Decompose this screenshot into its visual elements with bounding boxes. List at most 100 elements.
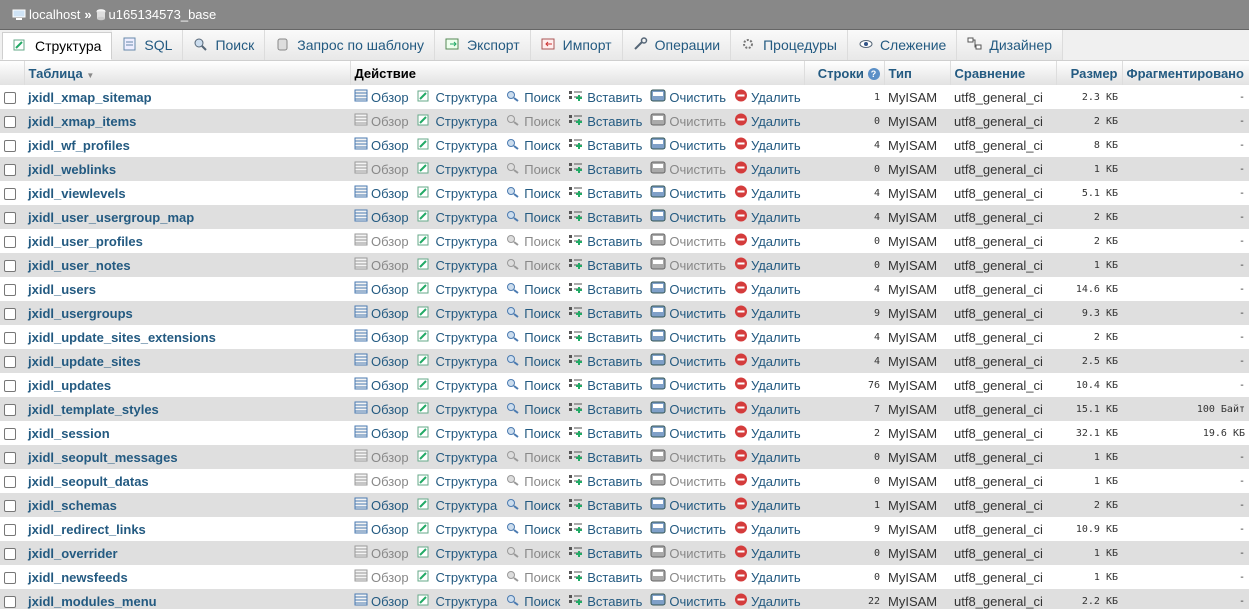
row-checkbox[interactable] — [4, 260, 16, 273]
empty-action[interactable]: Очистить — [650, 209, 726, 225]
empty-action[interactable]: Очистить — [650, 161, 726, 177]
empty-action[interactable]: Очистить — [650, 353, 726, 369]
header-collation[interactable]: Сравнение — [950, 61, 1057, 85]
structure-action[interactable]: Структура — [417, 185, 497, 201]
table-name-link[interactable]: jxidl_usergroups — [28, 306, 133, 321]
row-checkbox[interactable] — [4, 236, 16, 249]
table-name-link[interactable]: jxidl_user_notes — [28, 258, 131, 273]
header-type[interactable]: Тип — [884, 61, 951, 85]
table-name-link[interactable]: jxidl_updates — [28, 378, 111, 393]
search-action[interactable]: Поиск — [505, 209, 560, 225]
structure-action[interactable]: Структура — [417, 545, 497, 561]
header-table[interactable]: Таблица ▼ — [24, 61, 351, 85]
help-icon[interactable]: ? — [867, 68, 880, 81]
drop-action[interactable]: Удалить — [734, 593, 801, 609]
search-action[interactable]: Поиск — [505, 353, 560, 369]
empty-action[interactable]: Очистить — [650, 329, 726, 345]
empty-action[interactable]: Очистить — [650, 233, 726, 249]
table-name-link[interactable]: jxidl_session — [28, 426, 110, 441]
drop-action[interactable]: Удалить — [734, 113, 801, 129]
structure-action[interactable]: Структура — [417, 113, 497, 129]
row-checkbox[interactable] — [4, 404, 16, 417]
structure-action[interactable]: Структура — [417, 137, 497, 153]
search-action[interactable]: Поиск — [505, 569, 560, 585]
search-action[interactable]: Поиск — [505, 473, 560, 489]
breadcrumb-server[interactable]: localhost — [12, 7, 80, 22]
table-name-link[interactable]: jxidl_update_sites_extensions — [28, 330, 216, 345]
empty-action[interactable]: Очистить — [650, 89, 726, 105]
drop-action[interactable]: Удалить — [734, 377, 801, 393]
tab-3[interactable]: Запрос по шаблону — [265, 30, 436, 60]
empty-action[interactable]: Очистить — [650, 569, 726, 585]
drop-action[interactable]: Удалить — [734, 353, 801, 369]
row-checkbox[interactable] — [4, 500, 16, 513]
structure-action[interactable]: Структура — [417, 377, 497, 393]
search-action[interactable]: Поиск — [505, 521, 560, 537]
empty-action[interactable]: Очистить — [650, 257, 726, 273]
table-name-link[interactable]: jxidl_xmap_items — [28, 114, 136, 129]
browse-action[interactable]: Обзор — [354, 233, 409, 249]
drop-action[interactable]: Удалить — [734, 281, 801, 297]
insert-action[interactable]: Вставить — [568, 161, 642, 177]
drop-action[interactable]: Удалить — [734, 545, 801, 561]
search-action[interactable]: Поиск — [505, 401, 560, 417]
structure-action[interactable]: Структура — [417, 593, 497, 609]
empty-action[interactable]: Очистить — [650, 305, 726, 321]
empty-action[interactable]: Очистить — [650, 401, 726, 417]
browse-action[interactable]: Обзор — [354, 449, 409, 465]
search-action[interactable]: Поиск — [505, 257, 560, 273]
structure-action[interactable]: Структура — [417, 209, 497, 225]
empty-action[interactable]: Очистить — [650, 185, 726, 201]
search-action[interactable]: Поиск — [505, 449, 560, 465]
table-name-link[interactable]: jxidl_weblinks — [28, 162, 116, 177]
drop-action[interactable]: Удалить — [734, 137, 801, 153]
row-checkbox[interactable] — [4, 356, 16, 369]
insert-action[interactable]: Вставить — [568, 473, 642, 489]
structure-action[interactable]: Структура — [417, 401, 497, 417]
row-checkbox[interactable] — [4, 572, 16, 585]
browse-action[interactable]: Обзор — [354, 425, 409, 441]
drop-action[interactable]: Удалить — [734, 473, 801, 489]
header-size[interactable]: Размер — [1056, 61, 1123, 85]
table-name-link[interactable]: jxidl_schemas — [28, 498, 117, 513]
browse-action[interactable]: Обзор — [354, 161, 409, 177]
structure-action[interactable]: Структура — [417, 425, 497, 441]
structure-action[interactable]: Структура — [417, 233, 497, 249]
row-checkbox[interactable] — [4, 524, 16, 537]
structure-action[interactable]: Структура — [417, 329, 497, 345]
table-name-link[interactable]: jxidl_xmap_sitemap — [28, 90, 152, 105]
tab-5[interactable]: Импорт — [530, 30, 623, 60]
row-checkbox[interactable] — [4, 332, 16, 345]
row-checkbox[interactable] — [4, 140, 16, 153]
structure-action[interactable]: Структура — [417, 257, 497, 273]
insert-action[interactable]: Вставить — [568, 569, 642, 585]
insert-action[interactable]: Вставить — [568, 449, 642, 465]
header-rows[interactable]: Строки ? — [804, 61, 885, 85]
insert-action[interactable]: Вставить — [568, 137, 642, 153]
drop-action[interactable]: Удалить — [734, 257, 801, 273]
row-checkbox[interactable] — [4, 452, 16, 465]
empty-action[interactable]: Очистить — [650, 425, 726, 441]
insert-action[interactable]: Вставить — [568, 401, 642, 417]
structure-action[interactable]: Структура — [417, 449, 497, 465]
browse-action[interactable]: Обзор — [354, 545, 409, 561]
search-action[interactable]: Поиск — [505, 113, 560, 129]
browse-action[interactable]: Обзор — [354, 329, 409, 345]
table-name-link[interactable]: jxidl_users — [28, 282, 96, 297]
browse-action[interactable]: Обзор — [354, 281, 409, 297]
tab-4[interactable]: Экспорт — [435, 30, 531, 60]
search-action[interactable]: Поиск — [505, 377, 560, 393]
tab-2[interactable]: Поиск — [183, 30, 266, 60]
search-action[interactable]: Поиск — [505, 329, 560, 345]
search-action[interactable]: Поиск — [505, 89, 560, 105]
insert-action[interactable]: Вставить — [568, 305, 642, 321]
browse-action[interactable]: Обзор — [354, 401, 409, 417]
browse-action[interactable]: Обзор — [354, 377, 409, 393]
insert-action[interactable]: Вставить — [568, 185, 642, 201]
table-name-link[interactable]: jxidl_redirect_links — [28, 522, 146, 537]
header-collation-label[interactable]: Сравнение — [955, 66, 1026, 81]
structure-action[interactable]: Структура — [417, 305, 497, 321]
browse-action[interactable]: Обзор — [354, 353, 409, 369]
drop-action[interactable]: Удалить — [734, 401, 801, 417]
browse-action[interactable]: Обзор — [354, 497, 409, 513]
